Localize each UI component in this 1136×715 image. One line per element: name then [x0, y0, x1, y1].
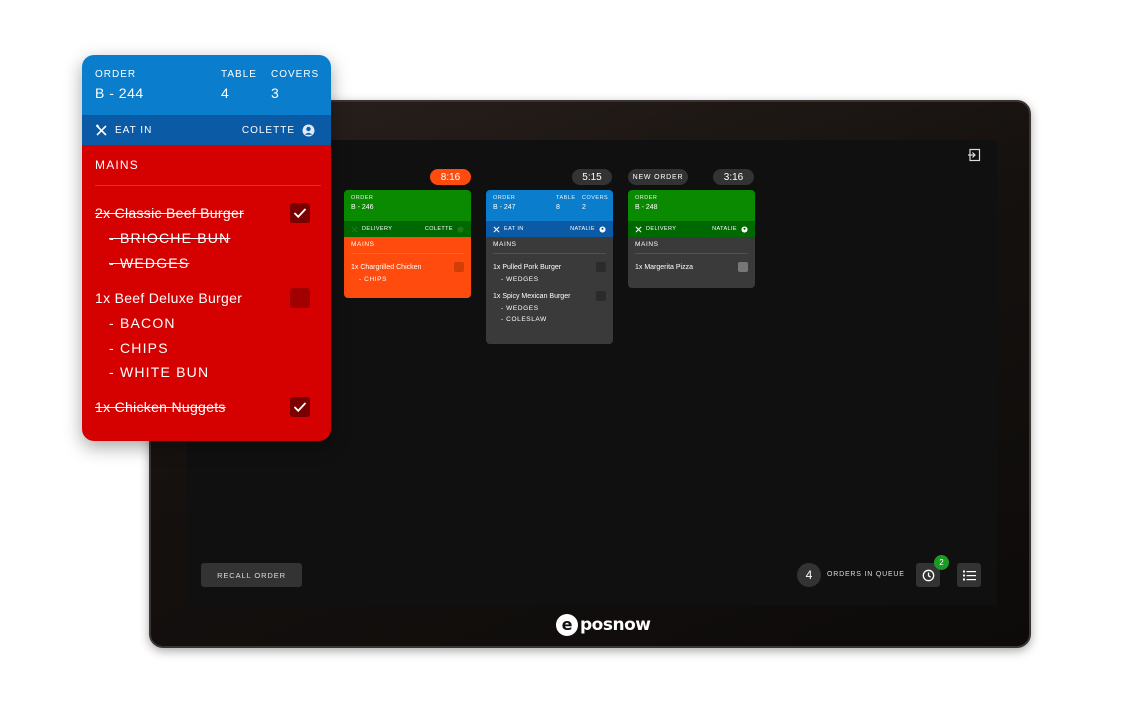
- order-number: B - 248: [635, 204, 658, 211]
- item-checkbox[interactable]: [596, 262, 606, 272]
- order-type: DELIVERY: [646, 226, 677, 232]
- history-badge: 2: [934, 555, 949, 570]
- order-number: B - 244: [95, 85, 144, 101]
- staff-name: NATALIE: [570, 226, 595, 232]
- logo-text: posnow: [580, 615, 651, 635]
- recall-order-button[interactable]: RECALL ORDER: [201, 563, 302, 587]
- item-modifier: - BACON: [109, 315, 176, 331]
- order-body: MAINS 1x Margerita Pizza: [628, 237, 755, 288]
- order-item[interactable]: 1x Spicy Mexican Burger: [493, 291, 606, 301]
- eposnow-logo: e posnow: [556, 610, 676, 640]
- order-header: ORDER B - 248: [628, 190, 755, 221]
- item-name[interactable]: 1x Beef Deluxe Burger: [95, 290, 242, 306]
- order-meta-bar: EAT IN COLETTE: [82, 115, 331, 145]
- item-checkbox[interactable]: [596, 291, 606, 301]
- order-card-b246[interactable]: ORDER B - 246 DELIVERY COLETTE MAINS 1x …: [344, 190, 471, 298]
- section-title: MAINS: [351, 241, 464, 254]
- item-checkbox-checked[interactable]: [290, 397, 310, 417]
- order-header: ORDER B - 246: [344, 190, 471, 221]
- order-meta-bar: DELIVERY NATALIE: [628, 221, 755, 237]
- item-modifier: - CHIPS: [109, 340, 169, 356]
- covers-label: COVERS: [582, 195, 609, 201]
- order-item[interactable]: 1x Chargrilled Chicken: [351, 262, 464, 272]
- order-number: B - 246: [351, 204, 374, 211]
- order-card-b248[interactable]: ORDER B - 248 DELIVERY NATALIE MAINS 1x …: [628, 190, 755, 288]
- timer-pill-b246: 8:16: [430, 169, 471, 185]
- item-modifier: - WEDGES: [109, 255, 190, 271]
- cutlery-icon: [635, 226, 642, 232]
- queue-label: ORDERS IN QUEUE: [827, 571, 905, 578]
- user-circle-icon: [741, 225, 748, 233]
- staff-name: COLETTE: [241, 124, 295, 136]
- order-label: ORDER: [635, 195, 658, 201]
- item-name: 1x Spicy Mexican Burger: [493, 292, 571, 300]
- item-checkbox[interactable]: [738, 262, 748, 272]
- item-modifier: - WHITE BUN: [109, 364, 210, 380]
- user-circle-icon: [457, 225, 464, 233]
- cutlery-icon: [493, 226, 500, 232]
- covers-number: 2: [582, 204, 586, 211]
- order-body: MAINS 2x Classic Beef Burger - BRIOCHE B…: [82, 145, 331, 441]
- covers-number: 3: [271, 85, 280, 101]
- order-label: ORDER: [95, 69, 137, 80]
- timer-pill-b248: 3:16: [713, 169, 754, 185]
- staff-name: NATALIE: [712, 226, 737, 232]
- clock-icon: [922, 569, 934, 581]
- order-label: ORDER: [351, 195, 374, 201]
- new-order-pill: NEW ORDER: [628, 169, 688, 185]
- order-header: ORDER B - 244 TABLE 4 COVERS 3: [82, 55, 331, 115]
- item-modifier: - WEDGES: [501, 305, 539, 312]
- item-modifier: - BRIOCHE BUN: [109, 230, 231, 246]
- section-divider: [95, 185, 321, 186]
- covers-label: COVERS: [271, 69, 320, 80]
- list-view-button[interactable]: [957, 563, 981, 587]
- order-type: EAT IN: [504, 226, 524, 232]
- table-label: TABLE: [221, 69, 257, 80]
- item-modifier: - COLESLAW: [501, 316, 547, 323]
- cutlery-icon: [95, 123, 107, 136]
- item-name: 1x Margerita Pizza: [635, 263, 693, 271]
- order-item[interactable]: 1x Pulled Pork Burger: [493, 262, 606, 272]
- timer-pill-b247: 5:15: [572, 169, 612, 185]
- user-circle-icon: [302, 124, 315, 136]
- section-title: MAINS: [95, 158, 140, 172]
- table-number: 4: [221, 85, 230, 101]
- item-checkbox-checked[interactable]: [290, 203, 310, 223]
- item-modifier: - CHIPS: [359, 276, 388, 283]
- order-type: EAT IN: [115, 124, 153, 136]
- item-modifier: - WEDGES: [501, 276, 539, 283]
- user-circle-icon: [599, 225, 606, 233]
- staff-name: COLETTE: [424, 226, 453, 232]
- item-checkbox[interactable]: [454, 262, 464, 272]
- item-name[interactable]: 1x Chicken Nuggets: [95, 399, 226, 415]
- exit-icon[interactable]: [967, 148, 981, 162]
- cutlery-icon: [351, 226, 358, 232]
- section-title: MAINS: [493, 241, 606, 254]
- item-name[interactable]: 2x Classic Beef Burger: [95, 205, 244, 221]
- order-meta-bar: DELIVERY COLETTE: [344, 221, 471, 237]
- order-type: DELIVERY: [362, 226, 393, 232]
- item-name: 1x Pulled Pork Burger: [493, 263, 562, 271]
- item-checkbox[interactable]: [290, 288, 310, 308]
- table-number: 8: [556, 204, 560, 211]
- order-body: MAINS 1x Chargrilled Chicken - CHIPS: [344, 237, 471, 298]
- item-name: 1x Chargrilled Chicken: [351, 263, 422, 271]
- logo-mark: e: [556, 614, 578, 636]
- check-icon: [293, 402, 307, 413]
- section-title: MAINS: [635, 241, 748, 254]
- table-label: TABLE: [556, 195, 576, 201]
- order-item[interactable]: 1x Margerita Pizza: [635, 262, 748, 272]
- order-card-b247[interactable]: ORDER B - 247 TABLE 8 COVERS 2 EAT IN NA…: [486, 190, 613, 344]
- order-header: ORDER B - 247 TABLE 8 COVERS 2: [486, 190, 613, 221]
- queue-count: 4: [797, 563, 821, 587]
- expanded-order-card[interactable]: ORDER B - 244 TABLE 4 COVERS 3 EAT IN CO…: [82, 55, 331, 441]
- list-icon: [962, 570, 976, 580]
- check-icon: [293, 208, 307, 219]
- order-meta-bar: EAT IN NATALIE: [486, 221, 613, 237]
- order-body: MAINS 1x Pulled Pork Burger - WEDGES 1x …: [486, 237, 613, 344]
